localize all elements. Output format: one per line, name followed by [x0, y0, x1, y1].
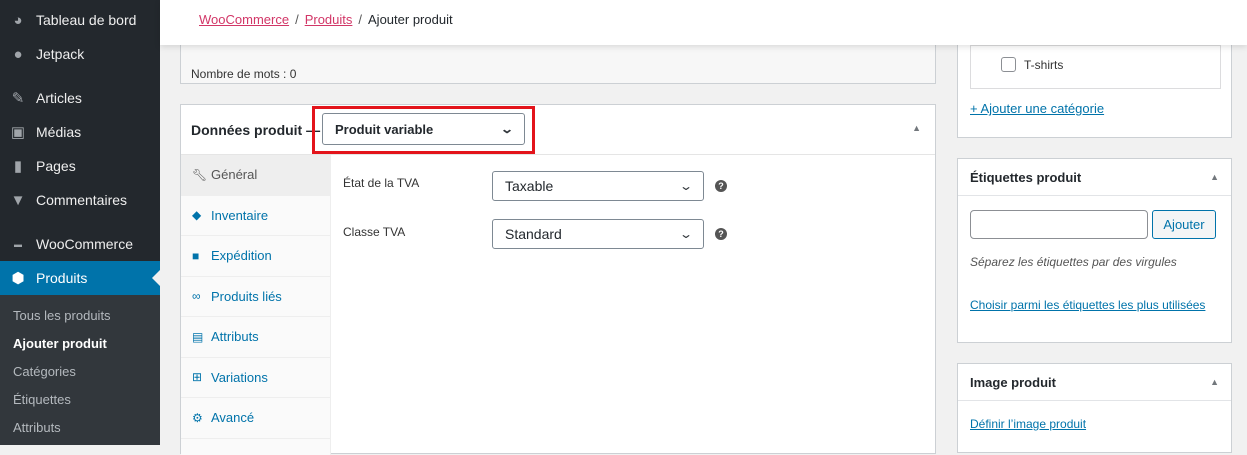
dashboard-icon: ◕ [13, 11, 23, 29]
menu-label: Tableau de bord [36, 12, 137, 28]
tags-box: Étiquettes produit ▲ Ajouter Séparez les … [957, 158, 1232, 343]
category-checkbox[interactable] [1001, 57, 1016, 72]
wrench-icon: 🔧︎ [192, 167, 208, 182]
menu-label: Commentaires [36, 192, 128, 208]
tab-label: Expédition [211, 248, 272, 264]
menu-label: Produits [36, 270, 88, 286]
chevron-down-icon: ⌄ [678, 179, 694, 193]
tab-label: Inventaire [211, 207, 269, 223]
word-count-bar: Nombre de mots : 0 [180, 40, 936, 84]
tax-class-value: Standard [505, 226, 562, 242]
gear-icon: ⚙ [192, 410, 203, 425]
tab-label: Variations [211, 369, 268, 385]
submenu-attributes[interactable]: Attributs [13, 420, 61, 435]
menu-label: Articles [36, 90, 82, 106]
breadcrumb-products[interactable]: Produits [305, 12, 353, 27]
menu-label: Jetpack [36, 46, 85, 62]
menu-label: Pages [36, 158, 76, 174]
collapse-toggle-icon[interactable]: ▲ [1210, 377, 1219, 387]
set-product-image-link[interactable]: Définir l’image produit [970, 417, 1086, 431]
product-data-tabs: 🔧︎ Général ◆ Inventaire ■ Expédition ∞ Produ… [181, 155, 331, 455]
product-data-title: Données produit — [191, 121, 321, 138]
tab-label: Avancé [211, 410, 255, 426]
breadcrumb-separator: / [295, 12, 299, 27]
tags-hint: Séparez les étiquettes par des virgules [970, 255, 1177, 269]
menu-jetpack[interactable]: ● Jetpack [0, 37, 160, 71]
tab-shipping[interactable]: ■ Expédition [181, 236, 330, 277]
collapse-toggle-icon[interactable]: ▲ [1210, 172, 1219, 182]
most-used-tags-link[interactable]: Choisir parmi les étiquettes les plus ut… [970, 297, 1210, 313]
breadcrumb-separator: / [358, 12, 363, 27]
menu-label: WooCommerce [36, 236, 133, 252]
comment-icon: ▼ [10, 191, 26, 209]
breadcrumb: WooCommerce / Produits / Ajouter produit [160, 0, 1247, 45]
admin-sidebar: ◕ Tableau de bord ● Jetpack ✎ Articles ▣ Méd… [0, 0, 160, 445]
box-icon: ⬢ [11, 270, 25, 287]
tab-advanced[interactable]: ⚙ Avancé [181, 398, 330, 439]
breadcrumb-current: Ajouter produit [368, 12, 453, 27]
tags-title: Étiquettes produit [970, 169, 1082, 185]
tab-general[interactable]: 🔧︎ Général [181, 155, 330, 196]
submenu-tags[interactable]: Étiquettes [13, 392, 71, 407]
tags-header: Étiquettes produit ▲ [958, 159, 1231, 196]
tax-class-select[interactable]: Standard ⌄ [492, 219, 704, 249]
menu-dashboard[interactable]: ◕ Tableau de bord [0, 3, 160, 37]
tab-attributes[interactable]: ▤ Attributs [181, 317, 330, 358]
chevron-down-icon: ⌄ [678, 227, 694, 241]
menu-label: Médias [36, 124, 82, 140]
grid-icon: ⊞ [192, 370, 203, 385]
pages-icon: ▮ [13, 158, 23, 175]
tab-label: Général [211, 167, 258, 183]
woo-icon: ▬ [14, 239, 22, 249]
tax-status-select[interactable]: Taxable ⌄ [492, 171, 704, 201]
product-image-title: Image produit [970, 374, 1056, 390]
tax-status-label: État de la TVA [343, 176, 420, 190]
chevron-down-icon: ⌄ [499, 122, 515, 136]
media-icon: ▣ [10, 124, 26, 141]
tab-linked-products[interactable]: ∞ Produits liés [181, 277, 330, 317]
submenu-categories[interactable]: Catégories [13, 364, 76, 379]
product-data-panel: Données produit — Produit variable ⌄ ▲ 🔧︎… [180, 104, 936, 455]
truck-icon: ■ [192, 248, 200, 263]
menu-media[interactable]: ▣ Médias [0, 115, 160, 149]
breadcrumb-woocommerce[interactable]: WooCommerce [199, 12, 289, 27]
jetpack-icon: ● [13, 45, 23, 63]
product-type-select[interactable]: Produit variable ⌄ [322, 113, 525, 145]
product-data-header: Données produit — [181, 105, 935, 155]
tax-status-value: Taxable [505, 178, 554, 194]
tab-label: Produits liés [211, 288, 282, 304]
menu-articles[interactable]: ✎ Articles [0, 81, 160, 115]
tab-label: Attributs [211, 329, 259, 345]
tab-inventory[interactable]: ◆ Inventaire [181, 196, 330, 236]
add-category-link[interactable]: + Ajouter une catégorie [970, 101, 1104, 116]
category-list: T-shirts [970, 45, 1221, 89]
collapse-toggle-icon[interactable]: ▲ [912, 123, 921, 133]
submenu-all-products[interactable]: Tous les produits [13, 308, 111, 323]
submenu-add-product[interactable]: Ajouter produit [13, 336, 107, 351]
product-image-box: Image produit ▲ Définir l’image produit [957, 363, 1232, 453]
pin-icon: ✎ [11, 90, 25, 107]
products-submenu: Tous les produits Ajouter produit Catégo… [0, 295, 160, 445]
menu-pages[interactable]: ▮ Pages [0, 149, 160, 183]
help-icon[interactable]: ? [715, 228, 727, 240]
link-icon: ∞ [192, 289, 201, 304]
add-tag-button[interactable]: Ajouter [1152, 210, 1216, 239]
tag-icon: ◆ [192, 208, 202, 223]
tax-class-label: Classe TVA [343, 225, 406, 239]
product-image-header: Image produit ▲ [958, 364, 1231, 401]
tab-variations[interactable]: ⊞ Variations [181, 358, 330, 398]
menu-products[interactable]: ⬢ Produits [0, 261, 160, 295]
menu-woocommerce[interactable]: ▬ WooCommerce [0, 227, 160, 261]
tag-input[interactable] [970, 210, 1148, 239]
product-type-value: Produit variable [335, 121, 434, 137]
word-count: Nombre de mots : 0 [191, 67, 297, 81]
categories-box: T-shirts + Ajouter une catégorie [957, 30, 1232, 138]
category-label: T-shirts [1024, 58, 1064, 72]
list-icon: ▤ [192, 329, 204, 344]
help-icon[interactable]: ? [715, 180, 727, 192]
menu-comments[interactable]: ▼ Commentaires [0, 183, 160, 217]
